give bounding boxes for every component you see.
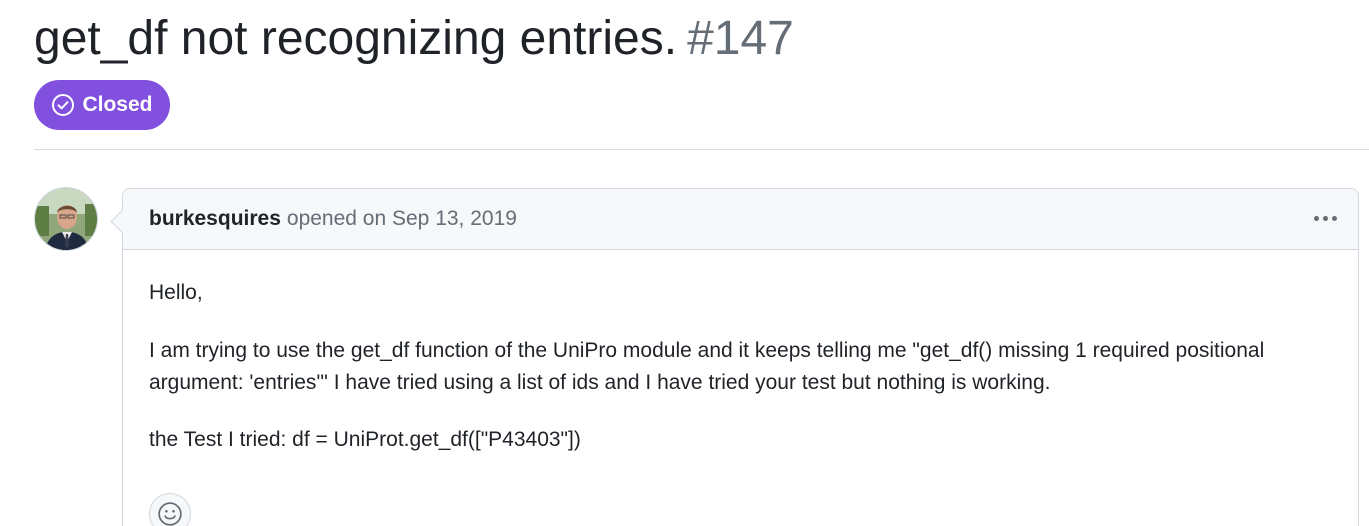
check-circle-icon (51, 93, 75, 117)
comment-options-button[interactable] (1310, 205, 1340, 231)
issue-number: #147 (687, 12, 794, 65)
author-avatar[interactable] (34, 187, 98, 251)
header-divider (34, 149, 1369, 150)
issue-title: get_df not recognizing entries. (34, 12, 678, 65)
comment-header: burkesquires opened on Sep 13, 2019 (123, 189, 1358, 250)
issue-state-badge: Closed (34, 80, 170, 130)
add-reaction-button[interactable] (149, 493, 191, 526)
issue-comment: burkesquires opened on Sep 13, 2019 Hell… (122, 188, 1359, 526)
kebab-horizontal-icon (1313, 215, 1319, 221)
issue-title-row: get_df not recognizing entries. #147 (34, 8, 1369, 70)
smiley-icon (158, 502, 182, 526)
comment-greeting: Hello, (149, 281, 203, 304)
comment-paragraph: I am trying to use the get_df function o… (149, 339, 1265, 394)
issue-header: get_df not recognizing entries. #147 Clos… (34, 8, 1369, 130)
comment-meta[interactable]: opened on Sep 13, 2019 (287, 207, 517, 231)
comment-test-line: the Test I tried: df = UniProt.get_df(["… (149, 428, 581, 451)
comment-author-link[interactable]: burkesquires (149, 207, 281, 231)
issue-state-label: Closed (82, 93, 153, 116)
issue-page: get_df not recognizing entries. #147 Clos… (0, 0, 1369, 526)
